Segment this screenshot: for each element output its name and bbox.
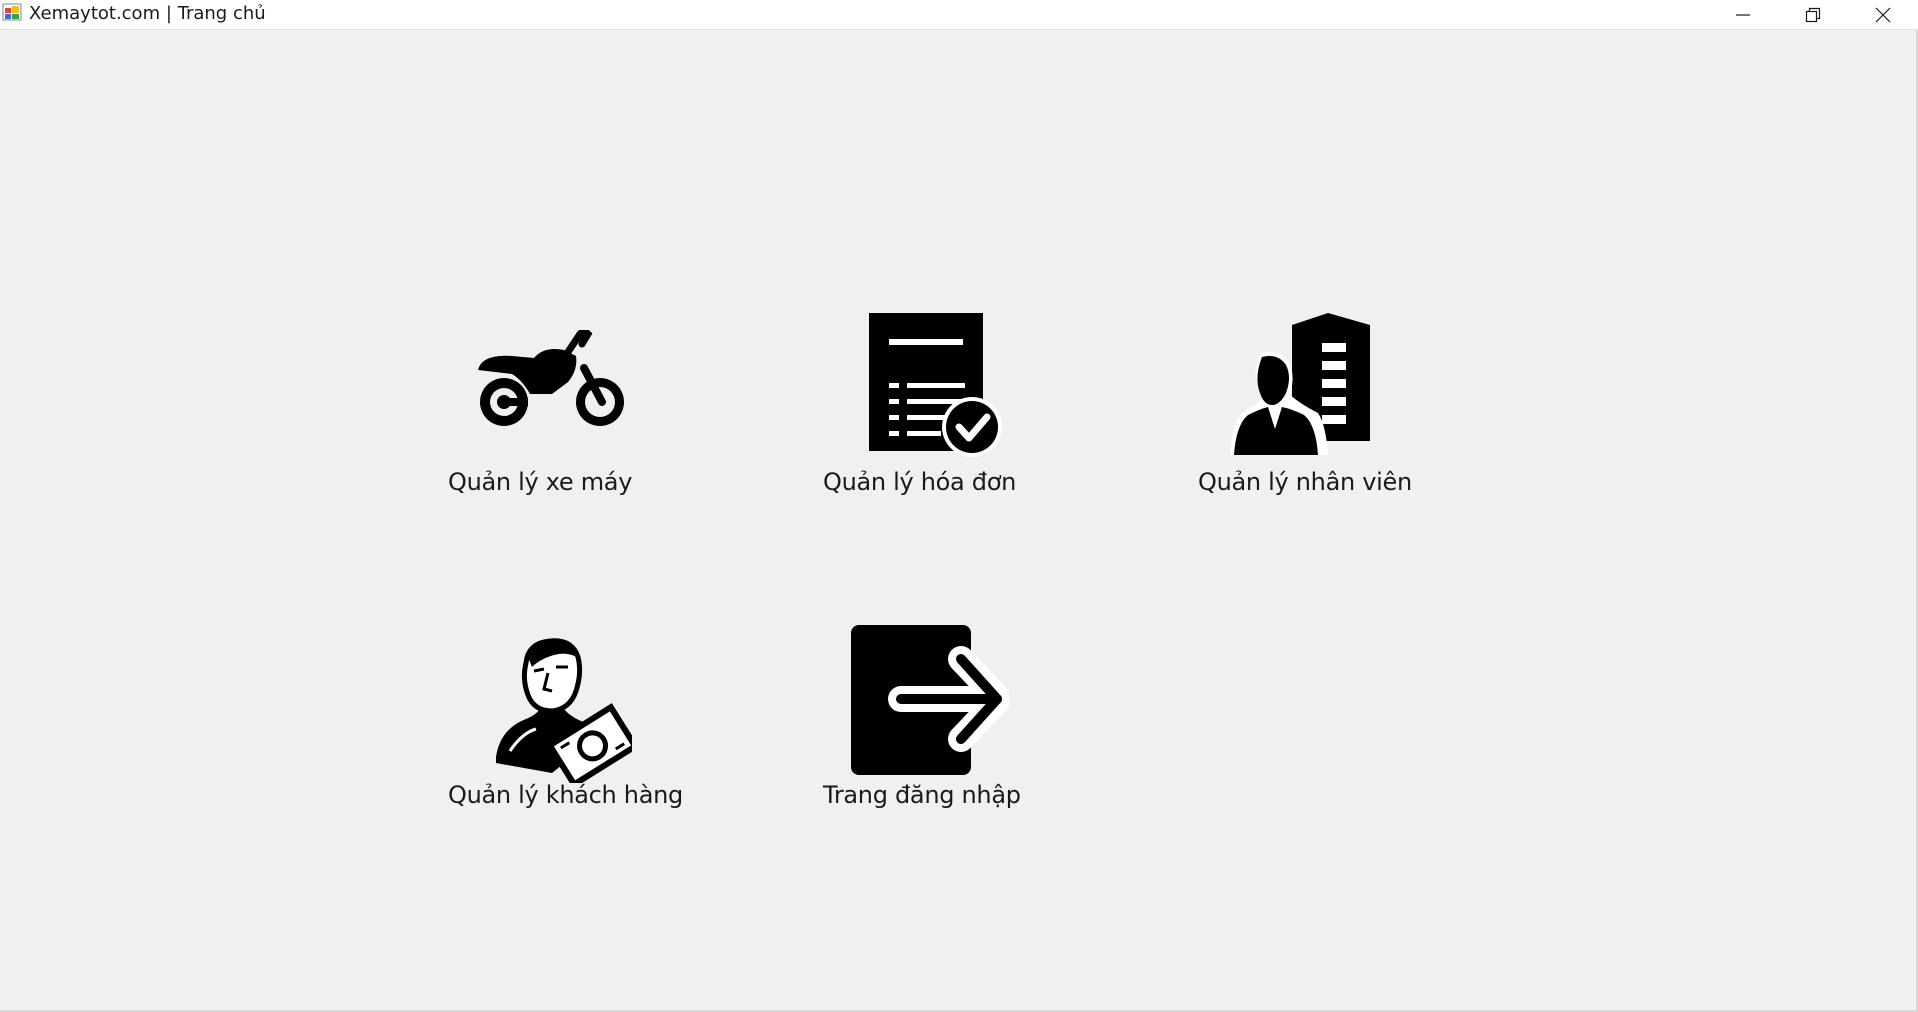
main-window: Xemaytot.com | Trang chủ Quản lý xe máy … [0, 0, 1918, 1012]
logout-arrow-icon [851, 625, 1009, 775]
invoice-management-tile[interactable]: Quản lý hóa đơn [815, 285, 1055, 505]
app-icon [2, 3, 22, 21]
invoice-check-icon [869, 313, 1002, 457]
tile-label: Quản lý xe máy [448, 468, 633, 496]
minimize-button[interactable] [1708, 0, 1778, 29]
tile-label: Trang đăng nhập [823, 781, 1021, 809]
motorcycle-icon [478, 330, 624, 426]
minimize-icon [1736, 13, 1750, 16]
main-panel: Quản lý xe máy Quản lý hóa đơn Quản lý n… [0, 30, 1918, 1010]
tile-label: Quản lý khách hàng [448, 781, 683, 809]
customer-management-tile[interactable]: Quản lý khách hàng [440, 605, 700, 825]
tile-label: Quản lý nhân viên [1198, 468, 1412, 496]
title-bar[interactable]: Xemaytot.com | Trang chủ [0, 0, 1918, 30]
window-title: Xemaytot.com | Trang chủ [29, 3, 266, 24]
tile-label: Quản lý hóa đơn [823, 468, 1017, 496]
employee-building-icon [1230, 313, 1370, 455]
customer-money-icon [496, 638, 632, 783]
close-button[interactable] [1848, 0, 1918, 29]
motorcycle-management-tile[interactable]: Quản lý xe máy [440, 285, 680, 505]
restore-button[interactable] [1778, 0, 1848, 29]
employee-management-tile[interactable]: Quản lý nhân viên [1190, 285, 1450, 505]
restore-icon [1805, 7, 1821, 22]
close-icon [1875, 7, 1891, 22]
login-page-tile[interactable]: Trang đăng nhập [815, 605, 1055, 825]
